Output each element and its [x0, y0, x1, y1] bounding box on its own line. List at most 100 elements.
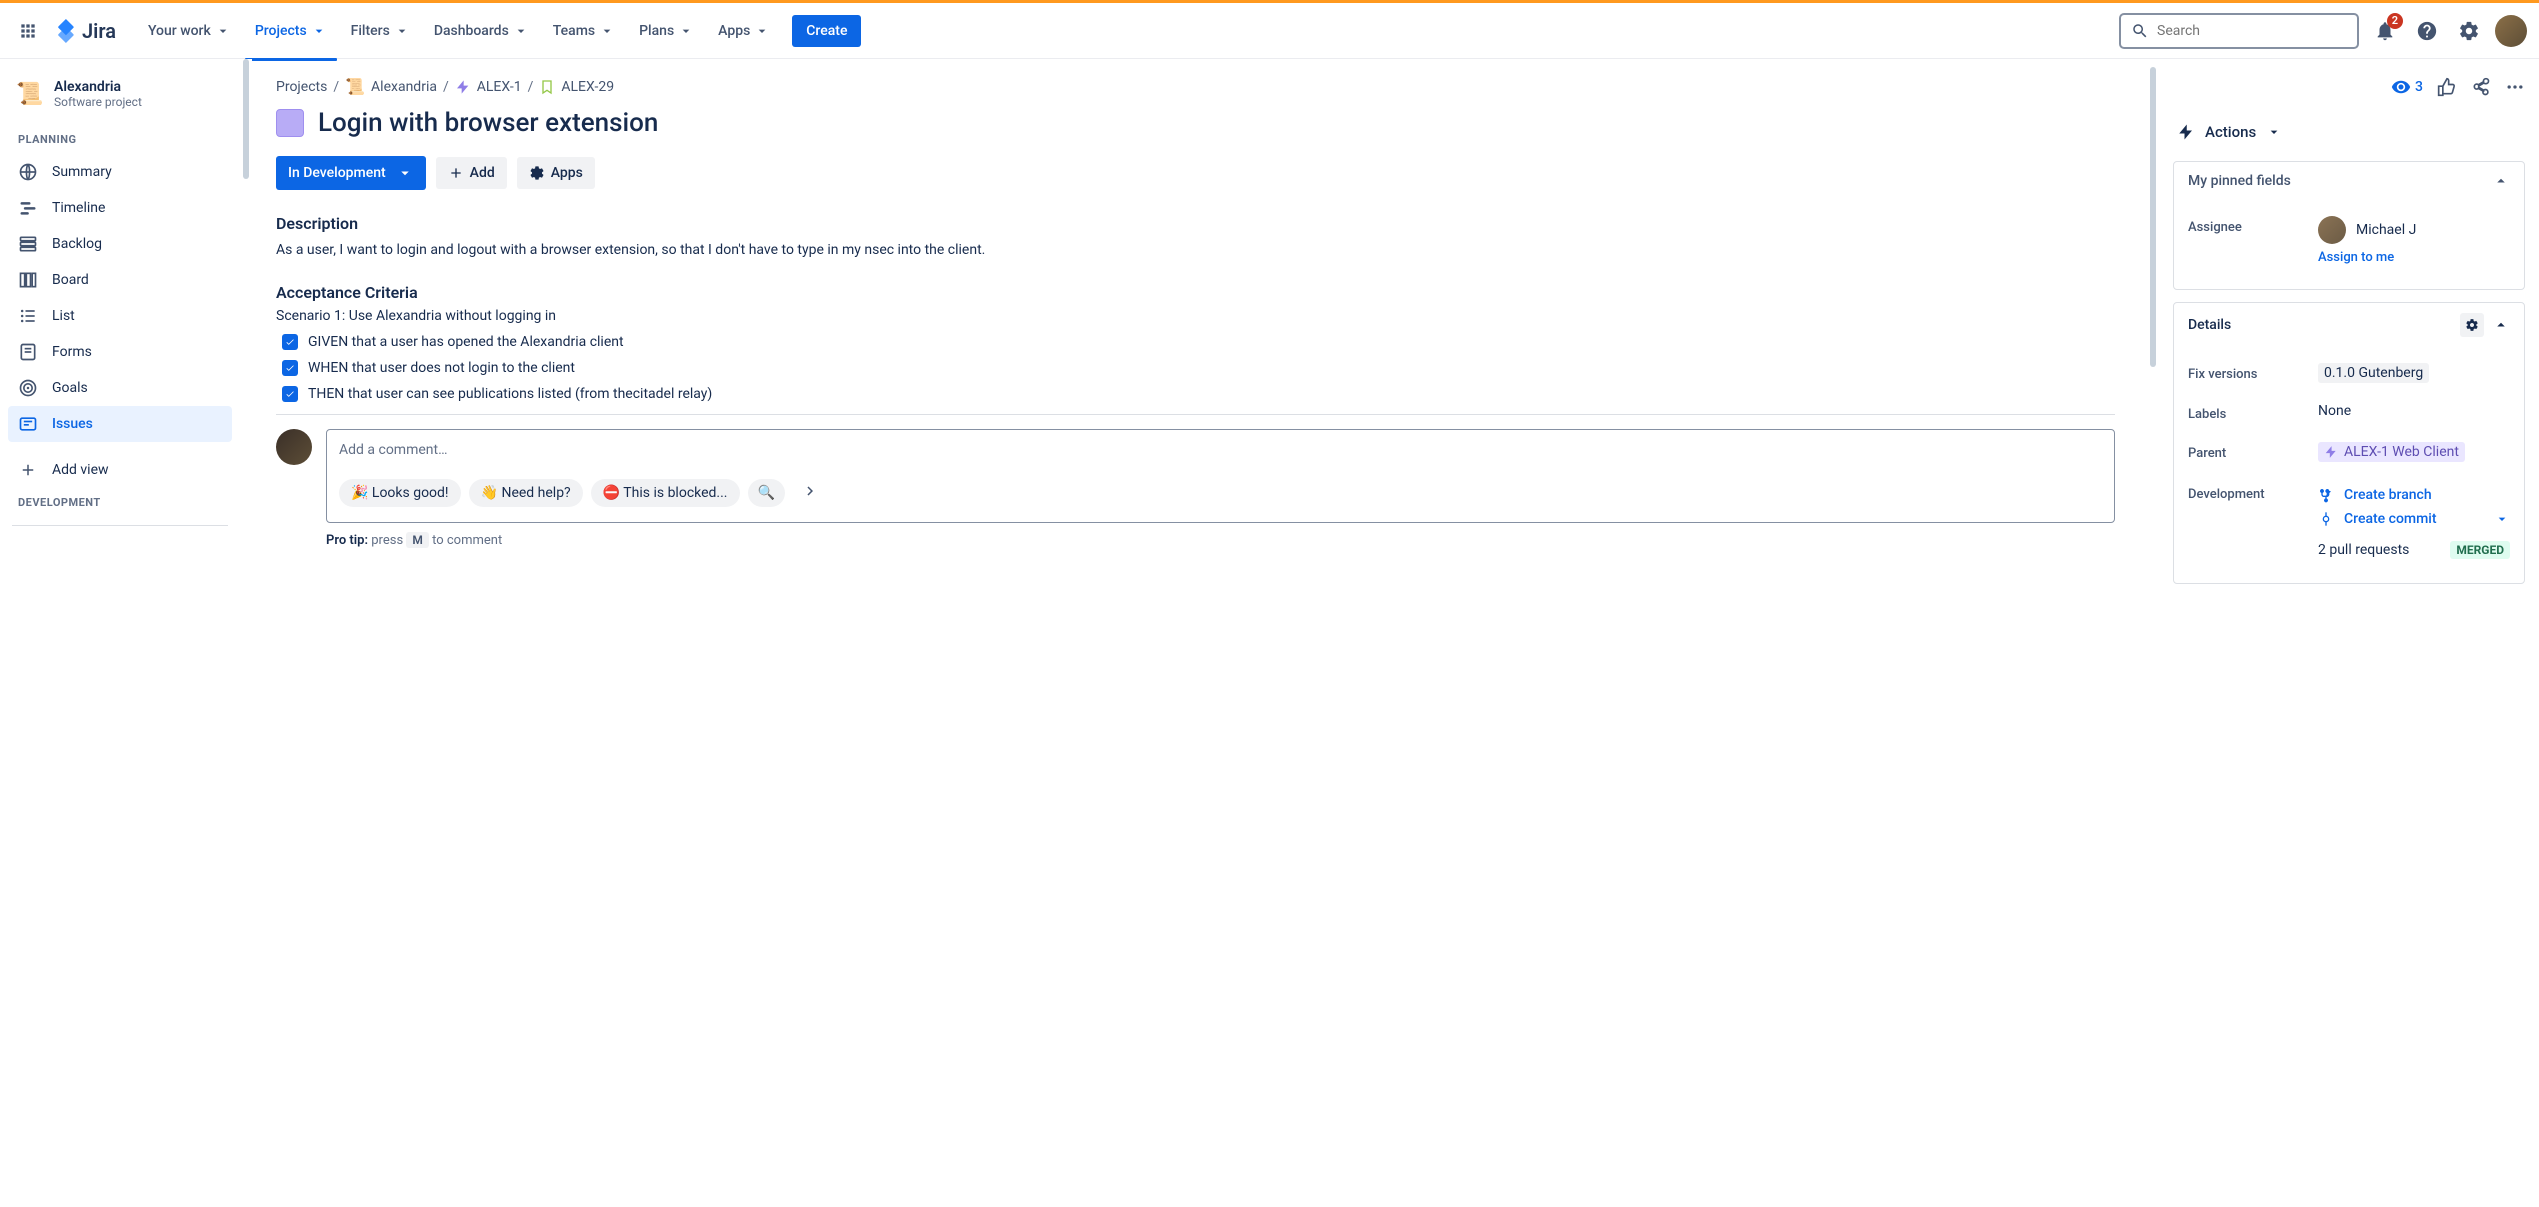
sidebar-item-issues[interactable]: Issues: [8, 406, 232, 442]
development-label: Development: [2188, 483, 2318, 502]
labels-label: Labels: [2188, 403, 2318, 422]
description-heading: Description: [276, 214, 2115, 233]
description-text[interactable]: As a user, I want to login and logout wi…: [276, 239, 2115, 261]
search-icon: [2131, 22, 2149, 40]
pinned-fields-header[interactable]: My pinned fields: [2174, 162, 2524, 200]
checkbox-icon[interactable]: [282, 334, 298, 350]
notification-badge: 2: [2387, 13, 2403, 29]
merged-badge: MERGED: [2450, 541, 2510, 559]
sidebar-item-list[interactable]: List: [8, 298, 232, 334]
project-icon: 📜: [16, 80, 44, 108]
parent-label: Parent: [2188, 442, 2318, 461]
search-box[interactable]: [2119, 13, 2359, 49]
search-input[interactable]: [2157, 23, 2347, 39]
nav-projects[interactable]: Projects: [245, 15, 337, 47]
apps-button[interactable]: Apps: [517, 157, 595, 189]
gear-icon: [529, 165, 545, 181]
assign-to-me-link[interactable]: Assign to me: [2318, 250, 2510, 265]
parent-chip[interactable]: ALEX-1 Web Client: [2318, 442, 2465, 462]
section-planning: PLANNING: [8, 125, 232, 154]
content-scrollbar[interactable]: [2147, 59, 2159, 1207]
criteria-item[interactable]: GIVEN that a user has opened the Alexand…: [276, 334, 2115, 350]
top-navigation: Jira Your work Projects Filters Dashboar…: [0, 3, 2539, 59]
project-type: Software project: [54, 95, 142, 109]
jira-logo-text: Jira: [82, 19, 116, 43]
sidebar-item-timeline[interactable]: Timeline: [8, 190, 232, 226]
jira-logo[interactable]: Jira: [48, 19, 122, 43]
breadcrumb: Projects / 📜Alexandria / ALEX-1 / ALEX-2…: [276, 77, 2115, 96]
suggestions-next-icon[interactable]: [793, 476, 827, 510]
nav-your-work[interactable]: Your work: [138, 15, 241, 47]
chevron-up-icon: [2492, 316, 2510, 334]
notifications-icon[interactable]: 2: [2369, 15, 2401, 47]
suggestion-chip[interactable]: 🔍: [748, 479, 785, 507]
checkbox-icon[interactable]: [282, 386, 298, 402]
sidebar-item-summary[interactable]: Summary: [8, 154, 232, 190]
right-panel: 3 Actions My pinned fields Assignee: [2159, 59, 2539, 1207]
criteria-item[interactable]: THEN that user can see publications list…: [276, 386, 2115, 402]
suggestion-chip[interactable]: 👋 Need help?: [469, 479, 583, 507]
breadcrumb-project[interactable]: 📜Alexandria: [345, 77, 437, 96]
watch-button[interactable]: 3: [2391, 77, 2423, 97]
sidebar-item-backlog[interactable]: Backlog: [8, 226, 232, 262]
app-switcher-icon[interactable]: [12, 15, 44, 47]
chevron-down-icon: [2266, 124, 2282, 140]
commit-icon: [2318, 511, 2334, 527]
breadcrumb-projects[interactable]: Projects: [276, 79, 327, 95]
comment-avatar: [276, 429, 312, 465]
criteria-item[interactable]: WHEN that user does not login to the cli…: [276, 360, 2115, 376]
create-commit-link[interactable]: Create commit: [2318, 507, 2510, 531]
checkbox-icon[interactable]: [282, 360, 298, 376]
chevron-down-icon: [396, 164, 414, 182]
branch-icon: [2318, 487, 2334, 503]
create-button[interactable]: Create: [792, 15, 861, 47]
details-header[interactable]: Details: [2174, 303, 2524, 347]
breadcrumb-epic[interactable]: ALEX-1: [455, 79, 522, 95]
comment-placeholder: Add a comment…: [339, 442, 2102, 458]
project-name: Alexandria: [54, 79, 142, 95]
nav-apps[interactable]: Apps: [708, 15, 780, 47]
details-configure-icon[interactable]: [2460, 313, 2484, 337]
breadcrumb-issue[interactable]: ALEX-29: [539, 79, 614, 95]
acceptance-checklist: GIVEN that a user has opened the Alexand…: [276, 334, 2115, 415]
suggestion-chip[interactable]: ⛔ This is blocked...: [591, 479, 740, 507]
assignee-value[interactable]: Michael J: [2318, 216, 2510, 244]
comment-input[interactable]: Add a comment… 🎉 Looks good! 👋 Need help…: [326, 429, 2115, 523]
pinned-fields-panel: My pinned fields Assignee Michael J Assi…: [2173, 161, 2525, 290]
chevron-up-icon: [2492, 172, 2510, 190]
sidebar-item-forms[interactable]: Forms: [8, 334, 232, 370]
sidebar-item-goals[interactable]: Goals: [8, 370, 232, 406]
suggestion-chip[interactable]: 🎉 Looks good!: [339, 479, 461, 507]
plus-icon: [448, 165, 464, 181]
pro-tip: Pro tip: press M to comment: [326, 533, 2115, 548]
fix-versions-label: Fix versions: [2188, 363, 2318, 382]
fix-version-chip[interactable]: 0.1.0 Gutenberg: [2318, 363, 2429, 383]
pull-requests-text[interactable]: 2 pull requests: [2318, 542, 2409, 558]
profile-avatar[interactable]: [2495, 15, 2527, 47]
help-icon[interactable]: [2411, 15, 2443, 47]
acceptance-heading: Acceptance Criteria: [276, 283, 2115, 302]
scenario-text: Scenario 1: Use Alexandria without loggi…: [276, 308, 2115, 324]
issue-type-icon[interactable]: [276, 109, 304, 137]
settings-icon[interactable]: [2453, 15, 2485, 47]
nav-dashboards[interactable]: Dashboards: [424, 15, 539, 47]
status-button[interactable]: In Development: [276, 156, 426, 190]
more-icon[interactable]: [2505, 77, 2525, 97]
nav-teams[interactable]: Teams: [543, 15, 625, 47]
sidebar-scrollbar[interactable]: [240, 59, 252, 1207]
thumbs-up-icon[interactable]: [2437, 77, 2457, 97]
sidebar-add-view[interactable]: Add view: [8, 452, 232, 488]
issue-title[interactable]: Login with browser extension: [318, 108, 658, 138]
section-development: DEVELOPMENT: [8, 488, 232, 517]
share-icon[interactable]: [2471, 77, 2491, 97]
actions-button[interactable]: Actions: [2173, 117, 2525, 147]
details-panel: Details Fix versions 0.1.0 Gutenberg Lab…: [2173, 302, 2525, 584]
labels-value[interactable]: None: [2318, 403, 2510, 419]
sidebar: 📜 Alexandria Software project PLANNING S…: [0, 59, 240, 1207]
nav-filters[interactable]: Filters: [341, 15, 420, 47]
sidebar-item-board[interactable]: Board: [8, 262, 232, 298]
create-branch-link[interactable]: Create branch: [2318, 483, 2510, 507]
nav-plans[interactable]: Plans: [629, 15, 704, 47]
project-header[interactable]: 📜 Alexandria Software project: [8, 79, 232, 125]
add-button[interactable]: Add: [436, 157, 507, 189]
